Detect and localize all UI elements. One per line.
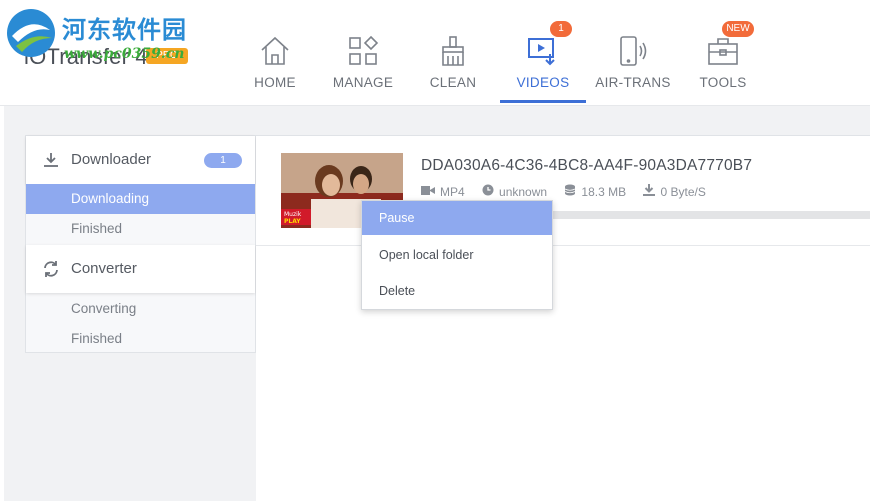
svg-text:PLAY: PLAY <box>284 218 301 225</box>
nav-air-trans-label: AIR-TRANS <box>595 75 671 90</box>
context-menu: Pause Open local folder Delete <box>361 200 553 310</box>
thumbnail-logo-text: Muzik <box>284 211 302 218</box>
download-file-name: DDA030A6-4C36-4BC8-AA4F-90A3DA7770B7 <box>421 157 753 174</box>
nav-videos-label: VIDEOS <box>516 75 570 90</box>
download-list-panel: Muzik PLAY DDA030A6-4C36-4BC8-AA4F-90A3D… <box>256 135 870 501</box>
nav-tools-label: TOOLS <box>699 75 747 90</box>
sidebar-item-convert-finished[interactable]: Finished <box>26 324 255 354</box>
nav-clean[interactable]: CLEAN <box>408 0 498 106</box>
sidebar-group-converter[interactable]: Converter <box>26 245 255 293</box>
nav-home-label: HOME <box>254 75 296 90</box>
videos-count-badge: 1 <box>550 21 572 37</box>
nav-videos[interactable]: 1 VIDEOS <box>498 0 588 106</box>
clock-icon <box>482 184 494 199</box>
toolbox-icon <box>708 38 738 65</box>
top-header: iOTransfer 4 PRO 河东软件园 www.pc0359.cn HOM… <box>0 0 870 106</box>
video-size: 18.3 MB <box>581 184 627 199</box>
watermark: 河东软件园 www.pc0359.cn <box>4 4 204 66</box>
nav-home[interactable]: HOME <box>230 0 320 106</box>
video-format-icon <box>421 185 435 199</box>
window-left-edge <box>0 106 4 501</box>
watermark-url: www.pc0359.cn <box>64 46 185 62</box>
download-speed: 0 Byte/S <box>660 184 706 199</box>
video-download-icon <box>528 38 555 66</box>
database-icon <box>564 184 576 199</box>
home-icon <box>261 36 289 65</box>
sidebar-group-converter-label: Converter <box>71 260 137 277</box>
sidebar: Downloader 1 Downloading Finished Conver… <box>25 135 256 353</box>
sidebar-group-downloader[interactable]: Downloader 1 <box>26 136 255 184</box>
nav-clean-label: CLEAN <box>429 75 477 90</box>
nav-active-underline <box>500 100 586 103</box>
download-row[interactable]: Muzik PLAY DDA030A6-4C36-4BC8-AA4F-90A3D… <box>256 136 870 246</box>
refresh-icon <box>44 261 58 277</box>
menu-item-open-local-folder[interactable]: Open local folder <box>362 238 552 272</box>
sidebar-group-downloader-label: Downloader <box>71 151 152 168</box>
sidebar-item-downloading[interactable]: Downloading <box>26 184 255 214</box>
manage-icon <box>349 35 379 65</box>
menu-item-delete[interactable]: Delete <box>362 274 552 308</box>
phone-wireless-icon <box>620 36 647 66</box>
nav-manage[interactable]: MANAGE <box>318 0 408 106</box>
download-icon <box>44 153 58 167</box>
video-duration: unknown <box>499 184 548 199</box>
watermark-text: 河东软件园 <box>62 15 187 44</box>
watermark-logo-icon <box>7 9 55 57</box>
sidebar-item-converting[interactable]: Converting <box>26 294 255 324</box>
clean-brush-icon <box>442 36 464 66</box>
download-meta: MP4 unknown 18.3 MB 0 Byte/S <box>421 184 720 199</box>
tools-new-badge: NEW <box>722 21 754 37</box>
nav-manage-label: MANAGE <box>332 75 394 90</box>
sidebar-item-download-finished[interactable]: Finished <box>26 214 255 244</box>
downloader-count-badge: 1 <box>204 153 242 168</box>
nav-air-trans[interactable]: AIR-TRANS <box>588 0 678 106</box>
video-format: MP4 <box>440 184 465 199</box>
menu-item-pause[interactable]: Pause <box>362 201 552 235</box>
download-speed-icon <box>643 184 656 199</box>
nav-tools[interactable]: NEW TOOLS <box>678 0 768 106</box>
